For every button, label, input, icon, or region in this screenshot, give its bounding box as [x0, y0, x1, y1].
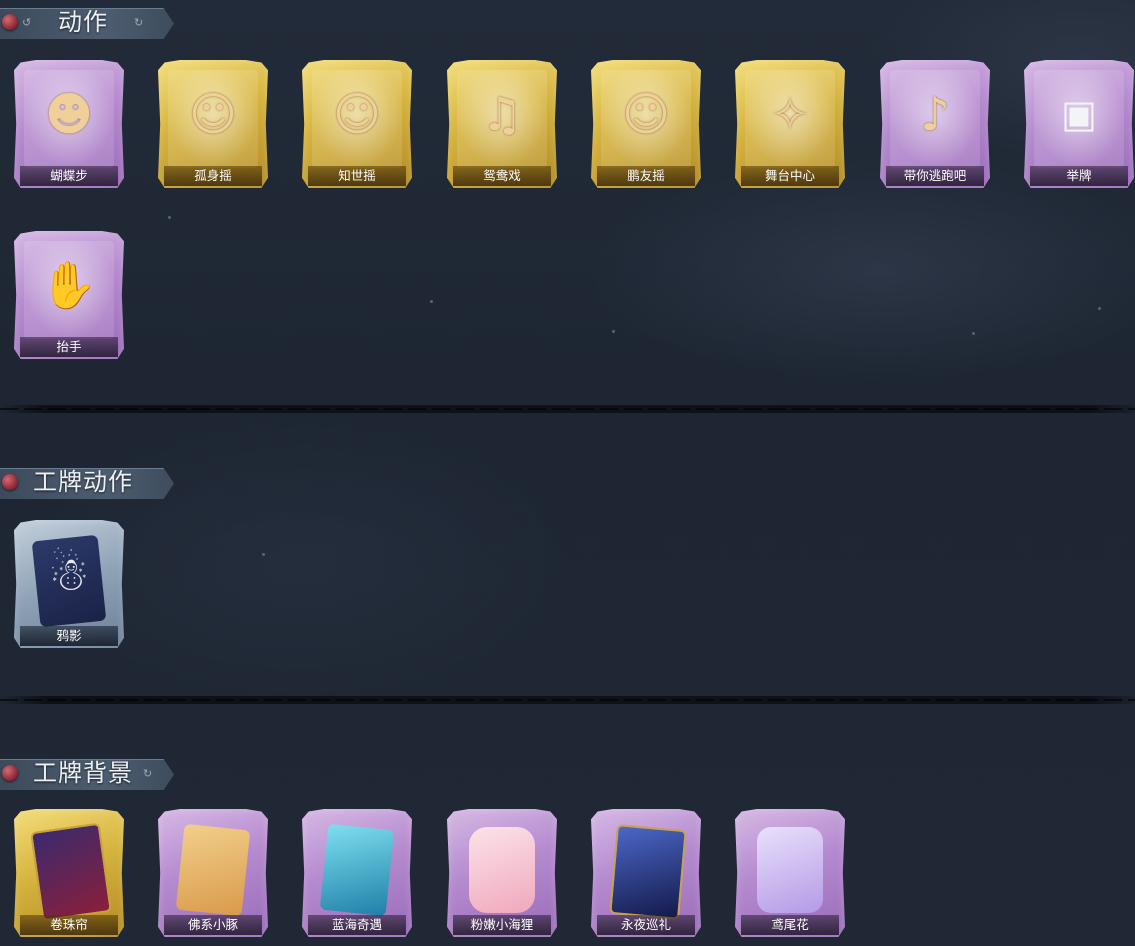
background-star	[972, 332, 975, 335]
emote-card[interactable]: ☺ 知世摇	[302, 60, 414, 192]
card-label: 舞台中心	[741, 166, 839, 186]
card-label: 鸳鸯戏	[453, 166, 551, 186]
zhishi-sway-figure-icon: ☺	[333, 87, 381, 141]
badge-background-card[interactable]: 佛系小豚	[158, 809, 270, 941]
friend-sway-figure-icon: ☺	[622, 87, 670, 141]
emote-card[interactable]: ☺ 鹏友摇	[591, 60, 703, 192]
emote-card[interactable]: ▣ 举牌	[1024, 60, 1135, 192]
pin-icon	[2, 765, 18, 781]
card-label: 孤身摇	[164, 166, 262, 186]
badge-background-card[interactable]: 卷珠帘	[14, 809, 126, 941]
background-star	[262, 553, 265, 556]
emote-card[interactable]: ☻ 蝴蝶步	[14, 60, 126, 192]
raise-hand-figure-icon: ✋	[40, 258, 98, 312]
butterfly-step-figure-icon: ☻	[45, 87, 93, 141]
hold-sign-figure-icon: ▣	[1061, 92, 1097, 136]
badge-background-card[interactable]: 鸢尾花	[735, 809, 847, 941]
solo-sway-figure-icon: ☺	[189, 87, 237, 141]
pin-icon	[2, 474, 18, 490]
section-header: ↺ ↻ 动作	[0, 4, 175, 39]
background-star	[612, 330, 615, 333]
run-away-figure-icon: ♪	[920, 87, 950, 141]
section-header: 工牌动作	[0, 464, 175, 499]
blue-sea-background-icon	[319, 823, 395, 917]
card-label: 知世摇	[308, 166, 406, 186]
stage-center-figure-icon: ✧	[770, 87, 810, 141]
card-label: 鹏友摇	[597, 166, 695, 186]
card-label: 蓝海奇遇	[308, 915, 406, 935]
emote-card[interactable]: ☺ 孤身摇	[158, 60, 270, 192]
section-title: 动作	[58, 8, 108, 36]
iris-background-icon	[757, 827, 823, 913]
section-title: 工牌动作	[33, 468, 133, 496]
badge-background-card[interactable]: 永夜巡礼	[591, 809, 703, 941]
emote-card[interactable]: ✧ 舞台中心	[735, 60, 847, 192]
crow-shadow-badge-icon: ☃	[48, 547, 90, 601]
mandarin-duck-figure-icon: ♫	[481, 87, 523, 141]
background-star	[168, 216, 171, 219]
swirl-ornament-icon: ↻	[134, 16, 144, 29]
badge-background-card[interactable]: 蓝海奇遇	[302, 809, 414, 941]
section-header: ↻ 工牌背景	[0, 755, 175, 790]
bead-curtain-background-icon	[30, 822, 112, 922]
card-label: 鸢尾花	[741, 915, 839, 935]
swirl-ornament-icon: ↻	[143, 767, 153, 780]
pink-beaver-background-icon	[469, 827, 535, 913]
card-label: 佛系小豚	[164, 915, 262, 935]
pin-icon	[2, 14, 18, 30]
section-divider	[0, 405, 1135, 413]
emote-card[interactable]: ♫ 鸳鸯戏	[447, 60, 559, 192]
card-label: 永夜巡礼	[597, 915, 695, 935]
card-label: 蝴蝶步	[20, 166, 118, 186]
card-label: 抬手	[20, 337, 118, 357]
section-title: 工牌背景	[33, 759, 133, 787]
background-star	[430, 300, 433, 303]
buddha-piglet-background-icon	[175, 823, 251, 917]
background-star	[1098, 307, 1101, 310]
eternal-night-background-icon	[609, 824, 687, 920]
card-label: 粉嫩小海狸	[453, 915, 551, 935]
badge-action-card[interactable]: ☃ 鸦影	[14, 520, 126, 652]
card-label: 卷珠帘	[20, 915, 118, 935]
card-label: 带你逃跑吧	[886, 166, 984, 186]
emote-card[interactable]: ✋ 抬手	[14, 231, 126, 363]
badge-background-card[interactable]: 粉嫩小海狸	[447, 809, 559, 941]
card-label: 举牌	[1030, 166, 1128, 186]
swirl-ornament-icon: ↺	[22, 16, 32, 29]
section-divider	[0, 696, 1135, 704]
emote-card[interactable]: ♪ 带你逃跑吧	[880, 60, 992, 192]
card-label: 鸦影	[20, 626, 118, 646]
